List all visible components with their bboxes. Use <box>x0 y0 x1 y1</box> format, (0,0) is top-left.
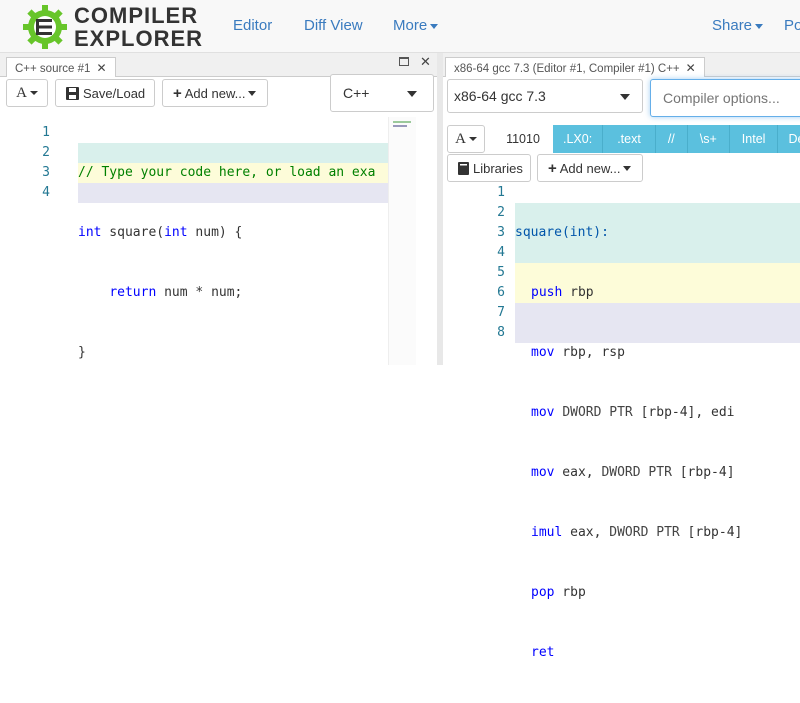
line-number: 2 <box>42 145 50 160</box>
plus-icon: + <box>173 84 182 102</box>
code-editor[interactable]: 1 2 3 4 // Type your code here, or load … <box>0 117 437 365</box>
libraries-label: Libraries <box>473 160 523 176</box>
compiler-value: x86-64 gcc 7.3 <box>454 88 546 104</box>
close-icon[interactable]: ✕ <box>686 61 696 75</box>
asm-instruction: imul eax, DWORD PTR [rbp-4] <box>531 525 743 540</box>
logo-text-explorer: EXPLORER <box>74 26 204 51</box>
nav-share-dropdown[interactable]: Share <box>712 17 764 34</box>
book-icon <box>458 161 469 175</box>
code-line: return num * num; <box>109 285 243 300</box>
save-icon <box>66 86 79 100</box>
nav-share-label: Share <box>712 17 753 34</box>
binary-filter-toggle[interactable]: 11010 <box>493 125 553 153</box>
compiler-options-input[interactable] <box>650 79 800 117</box>
save-load-label: Save/Load <box>83 85 146 101</box>
tab-compiler[interactable]: x86-64 gcc 7.3 (Editor #1, Compiler #1) … <box>445 57 705 77</box>
minimap[interactable] <box>388 117 416 365</box>
filter-comments-toggle[interactable]: // <box>656 125 688 153</box>
filter-directives-toggle[interactable]: .text <box>603 125 656 153</box>
asm-instruction: ret <box>531 645 555 660</box>
asm-instruction: mov rbp, rsp <box>531 345 625 360</box>
asm-instruction: pop rbp <box>531 585 586 600</box>
asm-instruction: mov DWORD PTR [rbp-4], edi <box>531 405 735 420</box>
tab-label: x86-64 gcc 7.3 (Editor #1, Compiler #1) … <box>454 63 680 75</box>
navbar: COMPILER EXPLORER Editor Diff View More … <box>0 0 800 53</box>
language-value: C++ <box>343 85 370 101</box>
asm-line-number: 1 <box>497 185 505 200</box>
asm-line-number: 5 <box>497 265 505 280</box>
filter-whitespace-toggle[interactable]: \s+ <box>688 125 730 153</box>
logo-text-compiler: COMPILER <box>74 3 199 28</box>
line-number: 1 <box>42 125 50 140</box>
chevron-down-icon <box>430 23 439 29</box>
chevron-down-icon <box>623 165 632 171</box>
source-editor-pane: C++ source #1 ✕ ✕ A Save/Load + Add new..… <box>0 53 437 365</box>
chevron-down-icon <box>248 90 257 96</box>
nav-diff-view-link[interactable]: Diff View <box>304 17 363 34</box>
chevron-down-icon <box>620 94 630 100</box>
tab-label: C++ source #1 <box>15 63 91 75</box>
plus-icon: + <box>548 159 557 177</box>
font-icon: A <box>16 84 27 101</box>
compiler-explorer-logo-icon[interactable] <box>22 4 68 50</box>
nav-more-dropdown[interactable]: More <box>393 17 439 34</box>
compiler-select[interactable]: x86-64 gcc 7.3 <box>447 79 643 113</box>
intel-syntax-toggle[interactable]: Intel <box>730 125 779 153</box>
compiler-tabstrip: x86-64 gcc 7.3 (Editor #1, Compiler #1) … <box>443 53 800 77</box>
close-icon[interactable]: ✕ <box>96 61 106 75</box>
asm-instruction: push rbp <box>531 285 594 300</box>
line-number: 4 <box>42 185 50 200</box>
maximize-icon[interactable] <box>399 57 409 66</box>
language-select[interactable]: C++ <box>330 74 434 112</box>
asm-line-number: 6 <box>497 285 505 300</box>
add-new-button[interactable]: + Add new... <box>537 154 643 182</box>
nav-editor-link[interactable]: Editor <box>233 17 272 34</box>
demangle-toggle[interactable]: Dem <box>778 125 800 153</box>
assembly-output[interactable]: 1 2 3 4 5 6 7 8 square(int): push rbp mo… <box>443 183 800 660</box>
asm-line-number: 7 <box>497 305 505 320</box>
code-line: int square(int num) { <box>78 225 243 240</box>
asm-line-number: 4 <box>497 245 505 260</box>
asm-label: square(int): <box>515 225 609 240</box>
chevron-down-icon <box>407 91 417 97</box>
compiler-pane: x86-64 gcc 7.3 (Editor #1, Compiler #1) … <box>443 53 800 660</box>
code-line: // Type your code here, or load an exa <box>78 165 376 180</box>
add-new-label: Add new... <box>184 85 246 101</box>
asm-line-number: 8 <box>497 325 505 340</box>
filter-toolbar: .LX0: .text // \s+ Intel Dem <box>553 125 800 153</box>
font-size-button[interactable]: A <box>6 79 48 107</box>
nav-more-label: More <box>393 17 428 34</box>
chevron-down-icon <box>29 91 38 95</box>
font-icon: A <box>455 130 466 147</box>
add-new-button[interactable]: + Add new... <box>162 79 268 107</box>
font-size-button[interactable]: A <box>447 125 485 153</box>
code-line: } <box>78 345 86 360</box>
asm-instruction: mov eax, DWORD PTR [rbp-4] <box>531 465 735 480</box>
asm-line-number: 2 <box>497 205 505 220</box>
save-load-button[interactable]: Save/Load <box>55 79 155 107</box>
close-pane-icon[interactable]: ✕ <box>420 54 431 70</box>
filter-labels-toggle[interactable]: .LX0: <box>553 125 604 153</box>
chevron-down-icon <box>468 137 477 141</box>
asm-line-number: 3 <box>497 225 505 240</box>
line-number: 3 <box>42 165 50 180</box>
libraries-button[interactable]: Libraries <box>447 154 531 182</box>
tab-cpp-source[interactable]: C++ source #1 ✕ <box>6 57 116 77</box>
add-new-label: Add new... <box>559 160 621 176</box>
chevron-down-icon <box>755 23 764 29</box>
nav-policies-link[interactable]: Policies <box>784 17 800 34</box>
